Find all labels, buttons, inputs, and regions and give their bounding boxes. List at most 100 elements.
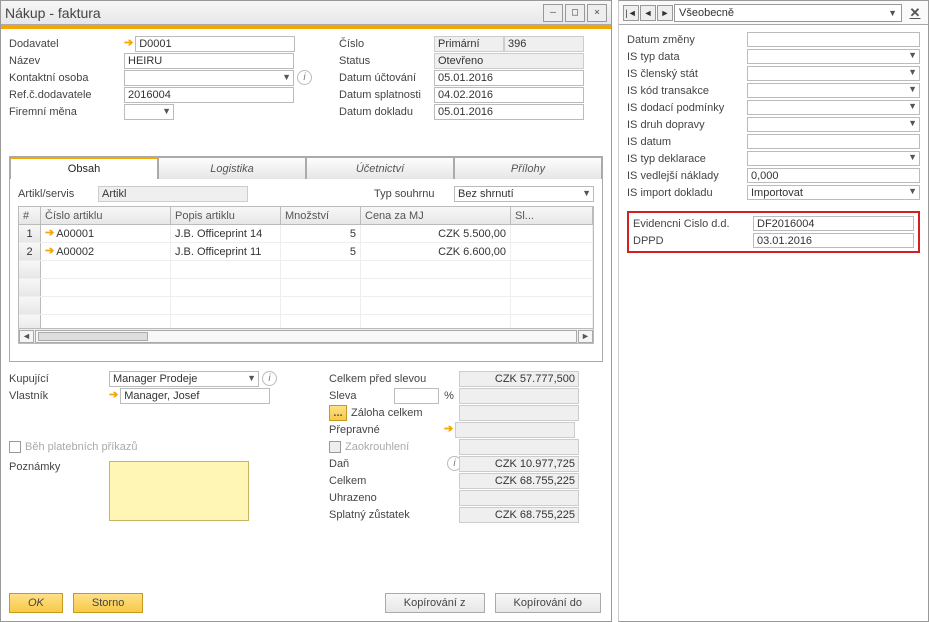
- col-disc[interactable]: Sl...: [511, 207, 593, 224]
- cell-price[interactable]: CZK 6.600,00: [361, 243, 511, 260]
- cell-empty[interactable]: [361, 279, 511, 296]
- side-field[interactable]: 0,000: [747, 168, 920, 183]
- table-row[interactable]: [19, 261, 593, 279]
- cell-empty[interactable]: [41, 297, 171, 314]
- close-panel-icon[interactable]: ✕: [906, 5, 924, 21]
- discount-value: [459, 388, 579, 404]
- copy-from-button[interactable]: Kopírování z: [385, 593, 485, 613]
- cell-empty[interactable]: [511, 279, 593, 296]
- name-field[interactable]: HEIRU: [124, 53, 294, 69]
- hscroll-thumb[interactable]: [38, 332, 148, 341]
- table-row[interactable]: [19, 297, 593, 315]
- tab-attachments[interactable]: Přílohy: [454, 157, 602, 179]
- payment-orders-checkbox[interactable]: [9, 441, 21, 453]
- summary-type-combo[interactable]: Bez shrnutí▼: [454, 186, 594, 202]
- cell-empty[interactable]: [281, 261, 361, 278]
- cell-qty[interactable]: 5: [281, 225, 361, 242]
- discount-pct-field[interactable]: [394, 388, 439, 404]
- side-combo[interactable]: ▼: [747, 49, 920, 64]
- chevron-down-icon: ▼: [582, 188, 591, 198]
- cell-qty[interactable]: 5: [281, 243, 361, 260]
- cell-empty[interactable]: [511, 261, 593, 278]
- tab-logistics[interactable]: Logistika: [158, 157, 306, 179]
- cell-disc[interactable]: [511, 243, 593, 260]
- copy-to-button[interactable]: Kopírování do: [495, 593, 602, 613]
- cell-empty[interactable]: [281, 279, 361, 296]
- cell-disc[interactable]: [511, 225, 593, 242]
- cell-empty[interactable]: [361, 261, 511, 278]
- side-combo[interactable]: ▼: [747, 117, 920, 132]
- side-combo[interactable]: ▼: [747, 83, 920, 98]
- cell-item-desc[interactable]: J.B. Officeprint 11: [171, 243, 281, 260]
- cell-empty[interactable]: [41, 261, 171, 278]
- side-field[interactable]: [747, 134, 920, 149]
- owner-field[interactable]: Manager, Josef: [120, 388, 270, 404]
- cell-empty[interactable]: [511, 297, 593, 314]
- link-arrow-icon[interactable]: ➔: [109, 390, 118, 401]
- cell-empty[interactable]: [511, 315, 593, 328]
- cell-empty[interactable]: [171, 315, 281, 328]
- cell-item-no[interactable]: ➔A00002: [41, 243, 171, 260]
- table-row[interactable]: 2➔A00002J.B. Officeprint 115CZK 6.600,00: [19, 243, 593, 261]
- tab-accounting[interactable]: Účetnictví: [306, 157, 454, 179]
- side-combo[interactable]: ▼: [747, 100, 920, 115]
- currency-combo[interactable]: ▼: [124, 104, 174, 120]
- buyer-combo[interactable]: Manager Prodeje▼: [109, 371, 259, 387]
- nav-first-icon[interactable]: |◄: [623, 5, 639, 21]
- tab-content[interactable]: Obsah: [10, 157, 158, 179]
- cell-price[interactable]: CZK 5.500,00: [361, 225, 511, 242]
- cell-empty[interactable]: [41, 315, 171, 328]
- dppd-field[interactable]: 03.01.2016: [753, 233, 914, 248]
- cancel-button[interactable]: Storno: [73, 593, 143, 613]
- cell-empty[interactable]: [281, 315, 361, 328]
- col-qty[interactable]: Množství: [281, 207, 361, 224]
- doc-date-label: Datum dokladu: [339, 106, 434, 118]
- col-item-no[interactable]: Číslo artiklu: [41, 207, 171, 224]
- downpayment-button[interactable]: ...: [329, 405, 347, 421]
- cell-empty[interactable]: [41, 279, 171, 296]
- cell-empty[interactable]: [281, 297, 361, 314]
- col-price[interactable]: Cena za MJ: [361, 207, 511, 224]
- link-arrow-icon[interactable]: ➔: [45, 246, 54, 257]
- supplier-field[interactable]: D0001: [135, 36, 295, 52]
- link-arrow-icon[interactable]: ➔: [444, 424, 453, 435]
- nav-prev-icon[interactable]: ◄: [640, 5, 656, 21]
- side-combo[interactable]: ▼: [747, 151, 920, 166]
- table-row[interactable]: 1➔A00001J.B. Officeprint 145CZK 5.500,00: [19, 225, 593, 243]
- maximize-button[interactable]: □: [565, 4, 585, 22]
- cell-item-no[interactable]: ➔A00001: [41, 225, 171, 242]
- side-field[interactable]: [747, 32, 920, 47]
- side-combo[interactable]: ▼: [747, 66, 920, 81]
- cell-empty[interactable]: [361, 297, 511, 314]
- cell-empty[interactable]: [171, 297, 281, 314]
- info-icon[interactable]: i: [297, 70, 312, 85]
- category-combo[interactable]: Všeobecně ▼: [674, 4, 902, 22]
- minimize-button[interactable]: —: [543, 4, 563, 22]
- col-item-desc[interactable]: Popis artiklu: [171, 207, 281, 224]
- info-icon[interactable]: i: [262, 371, 277, 386]
- table-row[interactable]: [19, 279, 593, 297]
- evidence-number-field[interactable]: DF2016004: [753, 216, 914, 231]
- side-combo[interactable]: Importovat▼: [747, 185, 920, 200]
- close-button[interactable]: ×: [587, 4, 607, 22]
- hscrollbar[interactable]: ◄ ►: [19, 328, 593, 343]
- due-date-field[interactable]: 04.02.2016: [434, 87, 584, 103]
- cell-item-desc[interactable]: J.B. Officeprint 14: [171, 225, 281, 242]
- scroll-right-icon[interactable]: ►: [578, 330, 593, 343]
- posting-date-field[interactable]: 05.01.2016: [434, 70, 584, 86]
- link-arrow-icon[interactable]: ➔: [45, 228, 54, 239]
- ok-button[interactable]: OK: [9, 593, 63, 613]
- remarks-field[interactable]: [109, 461, 249, 521]
- cell-empty[interactable]: [171, 279, 281, 296]
- cell-empty[interactable]: [171, 261, 281, 278]
- table-row[interactable]: [19, 315, 593, 328]
- scroll-left-icon[interactable]: ◄: [19, 330, 34, 343]
- cell-empty[interactable]: [361, 315, 511, 328]
- tax-label: Daň: [329, 458, 444, 470]
- refnum-field[interactable]: 2016004: [124, 87, 294, 103]
- doc-date-field[interactable]: 05.01.2016: [434, 104, 584, 120]
- nav-next-icon[interactable]: ►: [657, 5, 673, 21]
- contact-combo[interactable]: ▼: [124, 70, 294, 86]
- link-arrow-icon[interactable]: ➔: [124, 38, 133, 49]
- col-num[interactable]: #: [19, 207, 41, 224]
